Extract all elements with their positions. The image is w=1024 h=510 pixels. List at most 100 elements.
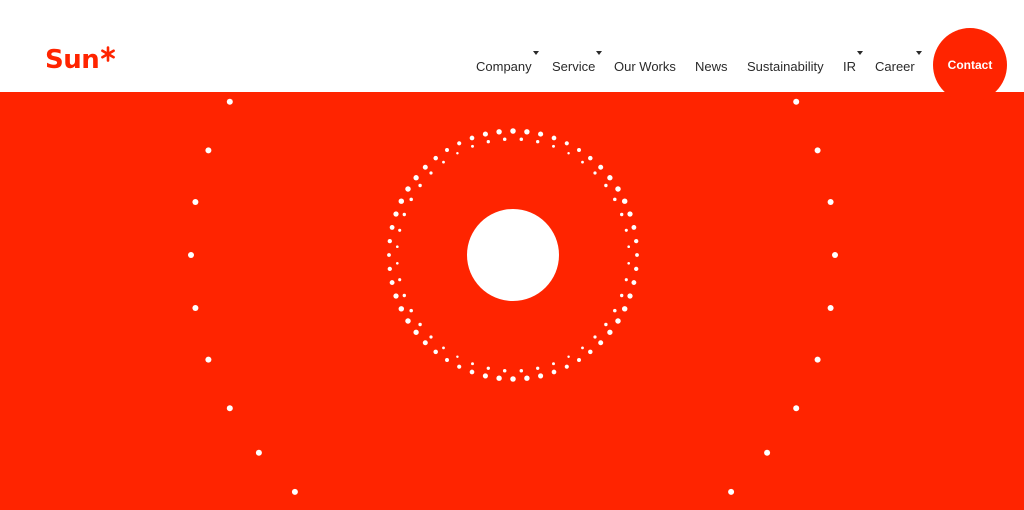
inner-dot [496,375,502,381]
inner-dot [621,198,628,204]
inner-dot [598,164,604,170]
inner-dot [429,335,433,339]
outer-dot [832,252,838,258]
inner-dot [456,355,459,359]
inner-dot [429,171,433,175]
inner-dot [631,224,637,230]
site-header: Sun Company Service Our Works News Susta… [0,0,1024,102]
inner-dot [457,364,462,369]
inner-dot [593,335,597,339]
outer-dot [728,488,735,495]
nav-item-label: Our Works [614,59,676,74]
outer-dot [226,98,233,105]
inner-dot [538,131,544,137]
inner-dot [631,280,637,286]
inner-dot [624,278,628,282]
nav-item-news[interactable]: News [695,59,728,75]
inner-dot [393,293,399,299]
inner-dot [422,340,428,346]
inner-dot [433,349,438,355]
inner-dot [607,329,613,335]
nav-item-label: Service [552,59,596,74]
inner-dot [564,364,569,369]
inner-dot [413,175,419,181]
nav-item-ir[interactable]: IR [843,51,863,75]
nav-item-sustainability[interactable]: Sustainability [747,59,824,75]
outer-dot [188,252,194,258]
nav-item-label: IR [843,59,856,74]
caret-down-icon [596,51,603,55]
inner-dot [398,228,402,232]
inner-dot [536,366,540,370]
hero-section [0,92,1024,510]
nav-item-label: News [695,59,728,74]
inner-dot [482,131,488,137]
outer-dot [827,305,834,311]
inner-dot [486,366,490,370]
inner-dot [469,135,475,141]
caret-down-icon [915,51,922,55]
inner-dot [581,346,584,350]
outer-dot [205,356,212,363]
inner-dot [620,212,624,217]
outer-dot [793,98,800,105]
caret-down-icon [532,51,539,55]
outer-dot [814,356,821,363]
outer-dot [291,488,298,495]
inner-dot [552,144,555,148]
caret-down-icon [857,51,863,55]
inner-dot [409,308,413,313]
inner-dot [634,238,639,244]
inner-dot [409,197,413,202]
inner-dot [588,349,593,355]
inner-dot [510,128,516,134]
inner-dot [519,137,524,142]
outer-dot [192,199,199,205]
nav-item-label: Career [875,59,915,74]
inner-dot [471,144,474,148]
inner-dot [456,151,459,155]
inner-dot [519,368,524,373]
inner-dot [635,253,639,257]
inner-dot [402,293,406,298]
inner-dot [624,228,628,232]
inner-dot [398,198,405,204]
main-nav: Company Service Our Works News Sustainab… [0,0,1024,92]
inner-dot [457,141,462,146]
outer-dot [793,405,800,412]
inner-dot [567,355,570,359]
inner-dot [418,183,422,188]
inner-dot [588,155,593,161]
nav-item-our-works[interactable]: Our Works [614,59,676,75]
inner-dot [567,151,570,155]
inner-dot [402,212,406,217]
inner-dot [581,160,584,164]
inner-dot [395,245,399,249]
inner-dot [634,266,639,272]
nav-item-label: Sustainability [747,59,824,74]
inner-dot [593,171,597,175]
inner-dot [524,129,530,135]
outer-dot [764,449,771,456]
inner-dot [577,148,581,152]
nav-item-service[interactable]: Service [552,51,603,75]
inner-dot [418,322,422,327]
inner-dot [389,224,395,230]
nav-item-career[interactable]: Career [875,51,922,75]
inner-dot [551,135,557,141]
inner-dot [627,245,631,249]
inner-dot [627,211,633,217]
outer-dot [226,405,233,412]
inner-dot [413,329,419,335]
contact-button[interactable]: Contact [933,28,1007,102]
inner-dot [442,346,445,350]
inner-dot [433,155,438,161]
inner-dot [496,129,502,135]
inner-dot [564,141,569,146]
inner-dot [393,211,399,217]
inner-dot [398,306,405,312]
nav-item-company[interactable]: Company [476,51,539,75]
inner-dot [615,186,621,192]
inner-dot [387,266,392,272]
inner-dot [445,148,449,152]
